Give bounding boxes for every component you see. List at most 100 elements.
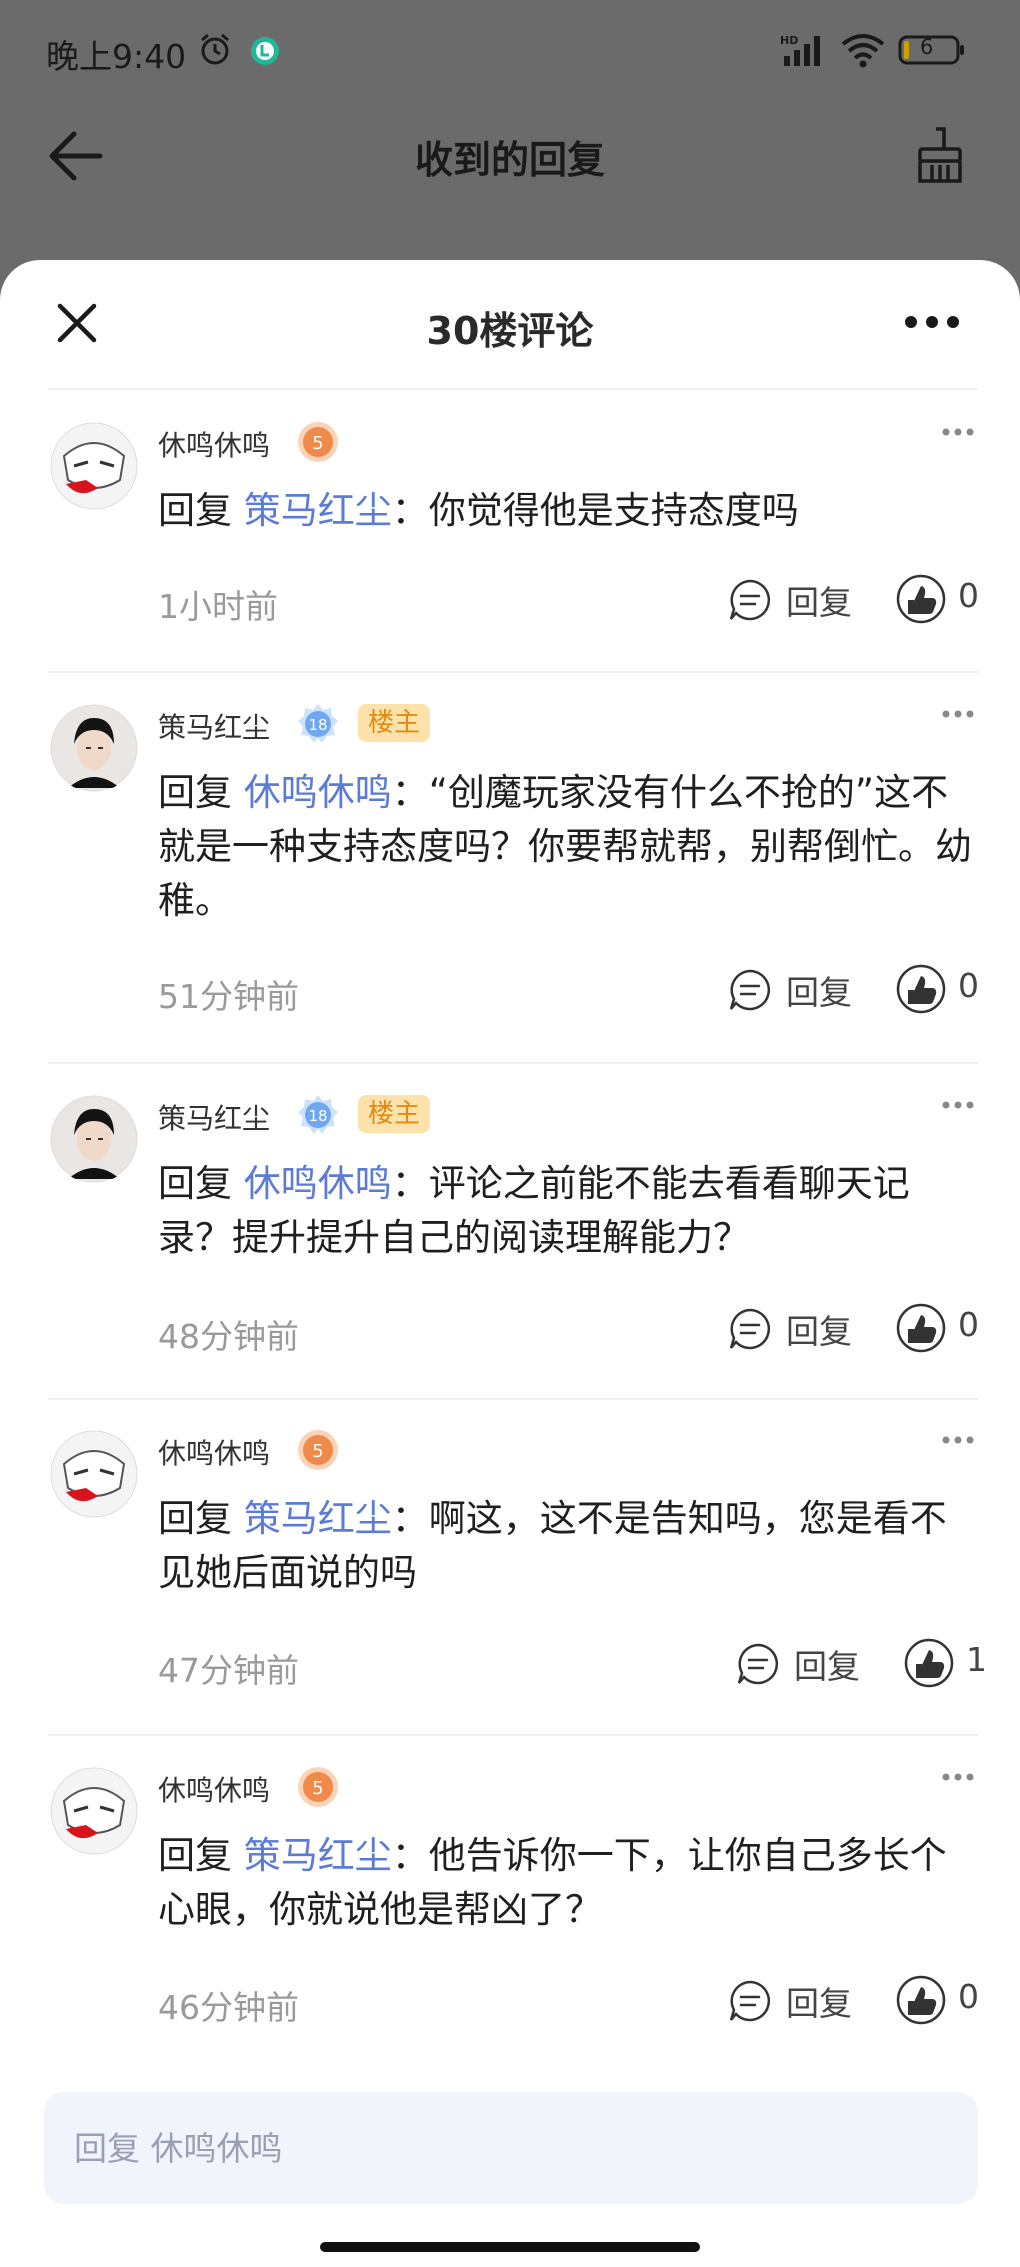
reply-button[interactable]: 回复 (728, 964, 868, 1014)
level-badge-icon: 5 (298, 1430, 338, 1470)
comment-item: 休鸣休鸣 5 回复 策马红尘：你觉得他是支持态度吗 1小时前 回复 0 (0, 392, 1020, 672)
comment-item: 策马红尘 18 楼主 回复 休鸣休鸣：评论之前能不能去看看聊天记录？提升提升自己… (0, 1065, 1020, 1400)
svg-text:HD: HD (780, 34, 798, 47)
username[interactable]: 策马红尘 (158, 1097, 270, 1137)
comment-item: 休鸣休鸣 5 回复 策马红尘：啊这，这不是告知吗，您是看不见她后面说的吗 47分… (0, 1400, 1020, 1735)
hd-signal-icon: HD (780, 34, 820, 66)
avatar[interactable] (50, 422, 138, 510)
divider (48, 388, 978, 390)
status-time: 晚上9:40 (46, 37, 187, 76)
reply-mention[interactable]: 休鸣休鸣 (244, 1162, 392, 1205)
like-button[interactable]: 0 (896, 572, 996, 624)
sheet-header: 30楼评论 (0, 260, 1020, 390)
reply-bubble-icon (729, 579, 771, 621)
like-button[interactable]: 1 (904, 1636, 1004, 1688)
owner-badge: 楼主 (358, 704, 431, 742)
reply-input-bar (44, 2092, 978, 2204)
reply-bubble-icon (729, 1308, 771, 1350)
reply-label: 回复 (794, 1647, 860, 1686)
top-bar: 收到的回复 (0, 105, 1020, 205)
reply-label: 回复 (786, 1312, 852, 1351)
comment-time: 47分钟前 (158, 1651, 299, 1690)
username[interactable]: 休鸣休鸣 (158, 1769, 270, 1809)
reply-button[interactable]: 回复 (728, 1303, 868, 1353)
level-number: 5 (312, 433, 323, 454)
broom-icon[interactable] (912, 125, 968, 185)
thumbs-up-icon (896, 574, 946, 624)
level-number: 5 (312, 1441, 323, 1462)
reply-button[interactable]: 回复 (736, 1638, 876, 1688)
sheet-title: 30楼评论 (426, 309, 594, 353)
reply-prefix: 回复 (158, 771, 232, 814)
reply-button[interactable]: 回复 (728, 1975, 868, 2025)
level-badge-icon: 5 (298, 422, 338, 462)
like-button[interactable]: 0 (896, 1973, 996, 2025)
username[interactable]: 休鸣休鸣 (158, 1432, 270, 1472)
level-number: 18 (308, 1107, 327, 1125)
reply-mention[interactable]: 策马红尘 (244, 1497, 392, 1540)
more-icon[interactable] (904, 312, 960, 332)
level-badge-icon: 18 (298, 704, 338, 743)
like-count: 1 (966, 1640, 987, 1679)
comment-more-icon[interactable] (940, 1099, 976, 1111)
like-count: 0 (958, 966, 979, 1005)
comment-time: 46分钟前 (158, 1988, 299, 2027)
reply-input[interactable] (74, 2118, 934, 2178)
comment-text: 回复 休鸣休鸣：“创魔玩家没有什么不抢的”这不就是一种支持态度吗？你要帮就帮，别… (158, 766, 978, 928)
comment-text: 回复 策马红尘：啊这，这不是告知吗，您是看不见她后面说的吗 (158, 1492, 978, 1600)
reply-prefix: 回复 (158, 1497, 232, 1540)
reply-prefix: 回复 (158, 489, 232, 532)
divider (48, 671, 978, 673)
reply-prefix: 回复 (158, 1834, 232, 1877)
owner-badge: 楼主 (358, 1095, 431, 1133)
avatar[interactable] (50, 704, 138, 792)
thumbs-up-icon (896, 1303, 946, 1353)
reply-button[interactable]: 回复 (728, 574, 868, 624)
battery-level: 6 (920, 35, 934, 59)
comment-item: 策马红尘 18 楼主 回复 休鸣休鸣：“创魔玩家没有什么不抢的”这不就是一种支持… (0, 674, 1020, 1064)
thumbs-up-icon (904, 1638, 954, 1688)
divider (48, 1734, 978, 1736)
thumbs-up-icon (896, 1975, 946, 2025)
like-count: 0 (958, 1305, 979, 1344)
username[interactable]: 策马红尘 (158, 706, 270, 746)
level-number: 18 (308, 716, 327, 734)
level-badge-icon: 18 (298, 1095, 338, 1134)
reply-mention[interactable]: 策马红尘 (244, 1834, 392, 1877)
reply-label: 回复 (786, 583, 852, 622)
comment-more-icon[interactable] (940, 426, 976, 438)
like-count: 0 (958, 576, 979, 615)
reply-label: 回复 (786, 973, 852, 1012)
comment-content: ：你觉得他是支持态度吗 (391, 489, 799, 532)
reply-prefix: 回复 (158, 1162, 232, 1205)
comment-more-icon[interactable] (940, 1771, 976, 1783)
comment-text: 回复 策马红尘：你觉得他是支持态度吗 (158, 484, 978, 538)
username[interactable]: 休鸣休鸣 (158, 424, 270, 464)
reply-bubble-icon (737, 1643, 779, 1685)
comment-time: 48分钟前 (158, 1317, 299, 1356)
reply-bubble-icon (729, 1980, 771, 2022)
like-count: 0 (958, 1977, 979, 2016)
reply-mention[interactable]: 休鸣休鸣 (244, 771, 392, 814)
comment-item: 休鸣休鸣 5 回复 策马红尘：他告诉你一下，让你自己多长个心眼，你就说他是帮凶了… (0, 1737, 1020, 2067)
reply-bubble-icon (729, 969, 771, 1011)
app-notification-icon (251, 37, 279, 65)
comment-text: 回复 策马红尘：他告诉你一下，让你自己多长个心眼，你就说他是帮凶了？ (158, 1829, 978, 1937)
status-bar: 晚上9:40 HD 6 (0, 0, 1020, 100)
thumbs-up-icon (896, 964, 946, 1014)
reply-mention[interactable]: 策马红尘 (244, 489, 392, 532)
home-indicator[interactable] (320, 2242, 700, 2252)
avatar[interactable] (50, 1430, 138, 1518)
page-title: 收到的回复 (414, 138, 605, 182)
comment-text: 回复 休鸣休鸣：评论之前能不能去看看聊天记录？提升提升自己的阅读理解能力？ (158, 1157, 978, 1265)
avatar[interactable] (50, 1095, 138, 1183)
comment-more-icon[interactable] (940, 708, 976, 720)
avatar[interactable] (50, 1767, 138, 1855)
reply-label: 回复 (786, 1984, 852, 2023)
like-button[interactable]: 0 (896, 1301, 996, 1353)
comment-time: 1小时前 (158, 587, 278, 626)
like-button[interactable]: 0 (896, 962, 996, 1014)
comment-more-icon[interactable] (940, 1434, 976, 1446)
alarm-icon (201, 33, 229, 65)
level-number: 5 (312, 1778, 323, 1799)
